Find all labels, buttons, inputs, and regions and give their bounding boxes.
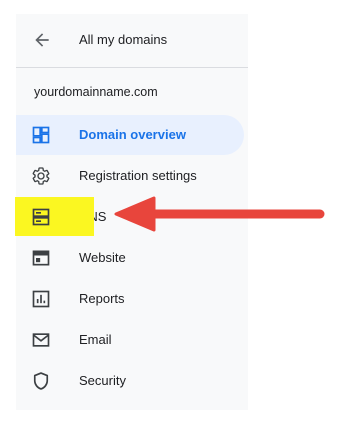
gear-icon [32,167,50,185]
nav-item-website[interactable]: Website [16,238,244,278]
nav-item-label: Registration settings [79,168,197,183]
nav-item-label: Domain overview [79,127,186,142]
nav-item-label: Reports [79,291,125,306]
nav-item-domain-overview[interactable]: Domain overview [16,115,244,155]
web-icon [32,250,50,266]
nav-item-label: Email [79,332,112,347]
shield-icon [33,372,49,390]
nav-item-reports[interactable]: Reports [16,279,244,319]
arrow-back-icon [35,33,49,47]
dns-icon [32,208,50,226]
highlight-annotation [15,197,94,236]
bar-chart-icon [32,290,50,308]
back-to-domains-link[interactable]: All my domains [16,14,248,68]
dashboard-icon [32,126,50,144]
red-arrow-annotation [114,196,325,232]
nav-item-email[interactable]: Email [16,320,244,360]
nav-item-label: Security [79,373,126,388]
nav-item-registration-settings[interactable]: Registration settings [16,156,244,196]
back-link-label: All my domains [79,32,168,47]
nav-item-security[interactable]: Security [16,361,244,401]
mail-icon [32,333,50,347]
nav-item-label: Website [79,250,126,265]
domain-name: yourdomainname.com [34,85,158,99]
